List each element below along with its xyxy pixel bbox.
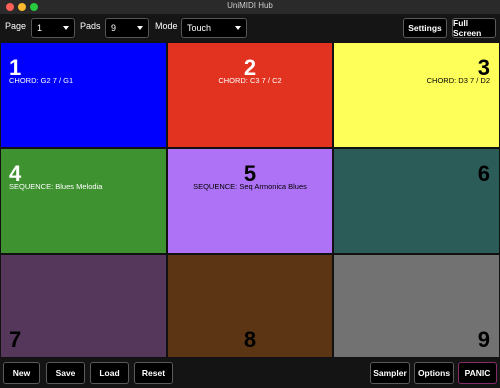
- pad-label: SEQUENCE: Seq Armonica Blues: [193, 182, 307, 191]
- pad-6[interactable]: 6: [333, 148, 500, 254]
- bottom-bar: New Save Load Reset Sampler Options PANI…: [0, 358, 500, 388]
- pad-label: CHORD: C3 7 / C2: [218, 76, 282, 85]
- mode-label: Mode: [155, 21, 178, 31]
- save-button[interactable]: Save: [46, 362, 85, 384]
- chevron-down-icon: [137, 26, 143, 30]
- pads-select[interactable]: 9: [105, 18, 149, 38]
- page-select-value: 1: [37, 23, 43, 33]
- load-button[interactable]: Load: [90, 362, 129, 384]
- settings-button[interactable]: Settings: [403, 18, 447, 38]
- pad-number: 8: [243, 327, 257, 352]
- pad-4[interactable]: 4 SEQUENCE: Blues Melodia: [0, 148, 167, 254]
- chevron-down-icon: [63, 26, 69, 30]
- pad-label: CHORD: G2 7 / G1: [9, 76, 74, 85]
- pad-label: CHORD: D3 7 / D2: [426, 76, 490, 85]
- chevron-down-icon: [235, 26, 241, 30]
- mode-select[interactable]: Touch: [181, 18, 247, 38]
- pad-8[interactable]: 8: [167, 254, 333, 358]
- options-button[interactable]: Options: [414, 362, 454, 384]
- sampler-button[interactable]: Sampler: [370, 362, 410, 384]
- toolbar: Page 1 Pads 9 Mode Touch Settings Full S…: [0, 14, 500, 42]
- pad-2[interactable]: 2 CHORD: C3 7 / C2: [167, 42, 333, 148]
- pad-5[interactable]: 5 SEQUENCE: Seq Armonica Blues: [167, 148, 333, 254]
- pad-9[interactable]: 9: [333, 254, 500, 358]
- mode-select-value: Touch: [187, 23, 212, 33]
- panic-button[interactable]: PANIC: [458, 362, 497, 384]
- title-bar: UniMIDI Hub: [0, 0, 500, 14]
- pads-label: Pads: [80, 21, 101, 31]
- page-label: Page: [5, 21, 27, 31]
- pad-number: 9: [477, 327, 490, 352]
- full-screen-button[interactable]: Full Screen: [452, 18, 496, 38]
- pad-7[interactable]: 7: [0, 254, 167, 358]
- pad-grid: 1 CHORD: G2 7 / G1 2 CHORD: C3 7 / C2 3 …: [0, 42, 500, 358]
- new-button[interactable]: New: [3, 362, 40, 384]
- page-select[interactable]: 1: [31, 18, 75, 38]
- pad-3[interactable]: 3 CHORD: D3 7 / D2: [333, 42, 500, 148]
- reset-button[interactable]: Reset: [134, 362, 173, 384]
- pad-number: 6: [477, 161, 490, 186]
- window-title: UniMIDI Hub: [227, 1, 273, 10]
- pads-select-value: 9: [111, 23, 117, 33]
- pad-1[interactable]: 1 CHORD: G2 7 / G1: [0, 42, 167, 148]
- pad-label: SEQUENCE: Blues Melodia: [9, 182, 103, 191]
- pad-number: 7: [9, 327, 22, 352]
